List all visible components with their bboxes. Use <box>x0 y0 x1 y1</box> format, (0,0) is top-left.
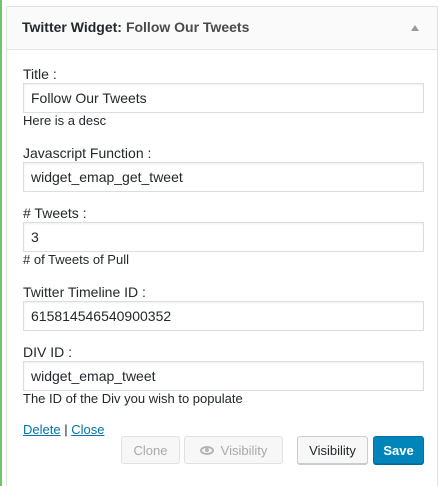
widget-title-label: Twitter Widget: <box>22 19 122 35</box>
clone-button-label: Clone <box>133 442 168 458</box>
visibility-button-disabled[interactable]: Visibility <box>184 436 283 464</box>
title-description: Here is a desc <box>23 113 107 128</box>
delete-link[interactable]: Delete <box>23 422 61 437</box>
tweets-count-label: # Tweets : <box>23 205 87 221</box>
title-label: Title : <box>23 66 57 82</box>
div-id-input[interactable] <box>23 361 424 391</box>
save-button[interactable]: Save <box>373 436 424 464</box>
javascript-function-input[interactable] <box>23 162 424 192</box>
timeline-id-label: Twitter Timeline ID : <box>23 284 146 300</box>
clone-button[interactable]: Clone <box>121 436 180 464</box>
widget-control-links: Delete | Close <box>23 422 104 437</box>
links-separator: | <box>60 422 72 437</box>
visibility-button[interactable]: Visibility <box>297 436 368 464</box>
widget-toggle-button[interactable] <box>397 7 437 49</box>
arrow-up-icon <box>411 25 419 31</box>
timeline-id-input[interactable] <box>23 301 424 331</box>
javascript-function-label: Javascript Function : <box>23 145 152 161</box>
tweets-count-description: # of Tweets of Pull <box>23 252 129 267</box>
eye-icon <box>199 445 214 455</box>
div-id-description: The ID of the Div you wish to populate <box>23 391 243 406</box>
close-link[interactable]: Close <box>71 422 104 437</box>
twitter-widget-panel: Twitter Widget: Follow Our Tweets Title :… <box>6 6 438 486</box>
widget-title: Twitter Widget: Follow Our Tweets <box>22 19 249 35</box>
visibility-button-disabled-label: Visibility <box>220 442 268 458</box>
div-id-label: DIV ID : <box>23 344 73 360</box>
widget-title-instance: Follow Our Tweets <box>125 19 250 35</box>
save-button-label: Save <box>383 442 414 458</box>
title-input[interactable] <box>23 83 424 113</box>
visibility-button-label: Visibility <box>309 442 356 458</box>
active-indicator <box>0 0 2 486</box>
tweets-count-input[interactable] <box>23 222 424 252</box>
widget-header[interactable]: Twitter Widget: Follow Our Tweets <box>7 7 437 50</box>
